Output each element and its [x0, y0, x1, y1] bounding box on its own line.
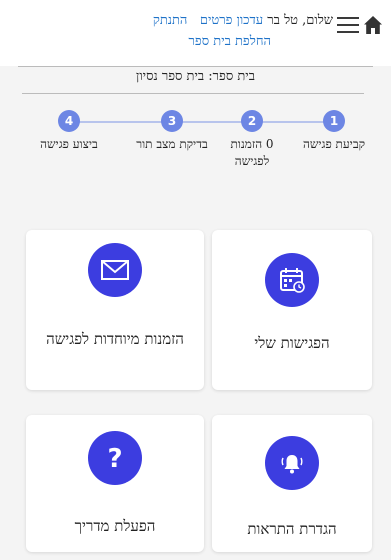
- guide-card[interactable]: ? הפעלת מדריך: [26, 415, 204, 552]
- step-2[interactable]: 2 0 הזמנות לפגישה: [212, 110, 292, 170]
- logout-link[interactable]: התנתק: [153, 13, 188, 28]
- hamburger-menu-icon[interactable]: [337, 17, 359, 34]
- envelope-icon: [88, 243, 142, 297]
- my-meetings-card[interactable]: הפגישות שלי: [212, 230, 372, 390]
- notifications-card[interactable]: הגדרת התראות: [212, 415, 372, 552]
- school-divider: [22, 93, 364, 94]
- question-mark-icon: ?: [88, 431, 142, 485]
- calendar-icon: [265, 253, 319, 307]
- step-number-4[interactable]: 4: [58, 110, 80, 132]
- step-label-4: ביצוע פגישה: [40, 137, 98, 151]
- header-links-row-2: החלפת בית ספר: [161, 33, 271, 49]
- home-icon[interactable]: [363, 15, 383, 35]
- special-invites-card[interactable]: הזמנות מיוחדות לפגישה: [26, 230, 204, 390]
- school-label: בית ספר: בית ספר נסיון: [0, 68, 391, 90]
- header-divider: [18, 66, 373, 67]
- special-invites-title: הזמנות מיוחדות לפגישה: [46, 330, 184, 348]
- step-number-2[interactable]: 2: [241, 110, 263, 132]
- header-links-row: שלום, טל בר עדכון פרטים התנתק: [113, 12, 333, 28]
- step-3[interactable]: 3 בדיקת מצב תור: [132, 110, 212, 153]
- update-details-link[interactable]: עדכון פרטים: [200, 13, 263, 28]
- svg-text:?: ?: [107, 444, 122, 473]
- notifications-title: הגדרת התראות: [247, 520, 337, 538]
- greeting-text: שלום, טל בר: [267, 13, 333, 28]
- top-header: שלום, טל בר עדכון פרטים התנתק החלפת בית …: [0, 0, 391, 66]
- guide-title: הפעלת מדריך: [74, 517, 156, 535]
- my-meetings-title: הפגישות שלי: [254, 334, 330, 352]
- step-1[interactable]: 1 קביעת פגישה: [294, 110, 374, 153]
- switch-school-link[interactable]: החלפת בית ספר: [189, 34, 271, 49]
- bell-icon: [265, 436, 319, 490]
- step-label-1: קביעת פגישה: [302, 137, 366, 151]
- progress-steps: 1 קביעת פגישה 2 0 הזמנות לפגישה 3 בדיקת …: [22, 104, 365, 174]
- step-label-3: בדיקת מצב תור: [136, 137, 208, 151]
- step-number-1[interactable]: 1: [323, 110, 345, 132]
- step-4[interactable]: 4 ביצוע פגישה: [29, 110, 109, 153]
- step-number-3[interactable]: 3: [161, 110, 183, 132]
- step-label-2: 0 הזמנות לפגישה: [230, 137, 274, 168]
